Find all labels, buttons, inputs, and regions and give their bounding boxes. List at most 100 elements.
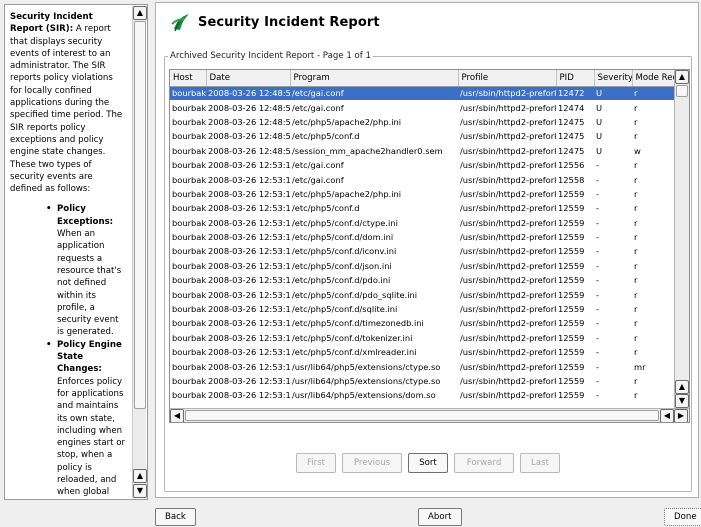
cell-pid: 12559 [558, 332, 585, 343]
scroll-up-arrow-icon[interactable]: ▲ [675, 70, 689, 84]
table-row[interactable]: bourbaki 2008-03-26 12:53:12/etc/php5/con… [170, 316, 687, 330]
help-vertical-scrollbar[interactable]: ▲ ▲ ▼ [132, 6, 147, 498]
help-item-text: When an application requests a resource … [57, 229, 122, 338]
bullet-icon: • [46, 204, 52, 215]
cell-host: bourbaki [172, 203, 206, 214]
cell-program: /etc/php5/conf.d/ctype.ini [292, 217, 398, 228]
cell-profile: /usr/sbin/httpd2-prefork [460, 390, 556, 401]
cell-severity: - [596, 275, 599, 286]
table-horizontal-scrollbar[interactable]: ◀ ◀ ▶ [170, 408, 689, 422]
cell-profile: /usr/sbin/httpd2-prefork [460, 160, 556, 171]
cell-pid: 12556 [558, 160, 585, 171]
table-row[interactable]: bourbaki 2008-03-26 12:53:12/etc/gai.conf… [170, 158, 687, 172]
cell-program: /usr/lib64/php5/extensions/ctype.so [292, 361, 441, 372]
help-item-text: Enforces policy for applications and mai… [57, 376, 126, 498]
cell-profile: /usr/sbin/httpd2-prefork [460, 246, 556, 257]
scroll-left-arrow-icon[interactable]: ◀ [660, 409, 674, 422]
cell-date: 2008-03-26 12:48:57 [208, 102, 290, 113]
table-row[interactable]: bourbaki 2008-03-26 12:53:12/etc/php5/apa… [170, 187, 687, 201]
cell-date: 2008-03-26 12:53:12 [208, 203, 290, 214]
column-header-date[interactable]: Date [206, 70, 291, 87]
cell-program: /etc/php5/conf.d/tokenizer.ini [292, 332, 413, 343]
table-row[interactable]: bourbaki 2008-03-26 12:53:12/etc/php5/con… [170, 302, 687, 316]
table-hscroll-thumb[interactable] [185, 410, 659, 421]
cell-profile: /usr/sbin/httpd2-prefork [460, 376, 556, 386]
scroll-right-arrow-icon[interactable]: ▶ [674, 409, 688, 422]
cell-severity: - [596, 376, 599, 386]
first-button[interactable]: First [296, 453, 336, 473]
table-row[interactable]: bourbaki 2008-03-26 12:53:12/etc/php5/con… [170, 331, 687, 345]
column-header-profile[interactable]: Profile [458, 70, 557, 87]
cell-date: 2008-03-26 12:48:57 [208, 145, 290, 156]
scroll-up-arrow-icon[interactable]: ▲ [133, 6, 147, 20]
cell-profile: /usr/sbin/httpd2-prefork [460, 275, 556, 286]
scroll-down-arrow-icon[interactable]: ▼ [133, 484, 147, 498]
table-row[interactable]: bourbaki 2008-03-26 12:53:12/etc/php5/con… [170, 216, 687, 230]
table-row[interactable]: bourbaki 2008-03-26 12:53:12/etc/gai.conf… [170, 172, 687, 186]
cell-program: /etc/gai.conf [290, 86, 458, 101]
table-row[interactable]: bourbaki 2008-03-26 12:53:12/etc/php5/con… [170, 273, 687, 287]
cell-program: /etc/php5/apache2/php.ini [292, 188, 402, 199]
table-row[interactable]: bourbaki 2008-03-26 12:53:12/etc/php5/con… [170, 287, 687, 301]
cell-host: bourbaki [172, 160, 206, 171]
table-scroll-thumb[interactable] [676, 85, 688, 97]
cell-pid: 12559 [558, 188, 585, 199]
cell-pid: 12559 [558, 232, 585, 243]
back-button[interactable]: Back [155, 508, 196, 526]
cell-pid: 12559 [558, 217, 585, 228]
table-row[interactable]: bourbaki 2008-03-26 12:53:12/etc/php5/con… [170, 230, 687, 244]
table-row[interactable]: bourbaki 2008-03-26 12:53:12/etc/php5/con… [170, 244, 687, 258]
column-header-severity[interactable]: Severity [594, 70, 633, 87]
table-row[interactable]: bourbaki 2008-03-26 12:53:12/usr/lib64/ph… [170, 374, 687, 388]
table-row[interactable]: bourbaki 2008-03-26 12:53:12/usr/lib64/ph… [170, 388, 687, 402]
cell-date: 2008-03-26 12:53:12 [208, 361, 290, 372]
column-header-program[interactable]: Program [290, 70, 459, 87]
cell-profile: /usr/sbin/httpd2-prefork [460, 347, 556, 358]
scroll-down-arrow-icon[interactable]: ▼ [675, 394, 689, 408]
cell-pid: 12559 [558, 246, 585, 257]
cell-date: 2008-03-26 12:53:12 [208, 232, 290, 243]
cell-pid: 12559 [558, 275, 585, 286]
table-row[interactable]: bourbaki 2008-03-26 12:48:57/etc/gai.conf… [170, 100, 687, 114]
cell-program: /etc/php5/conf.d/xmlreader.ini [292, 347, 417, 358]
help-scroll-thumb[interactable] [134, 21, 146, 409]
cell-severity: U [596, 116, 603, 127]
cell-host: bourbaki [172, 318, 206, 329]
cell-profile: /usr/sbin/httpd2-prefork [460, 361, 556, 372]
table-row[interactable]: bourbaki 2008-03-26 12:48:57/etc/php5/con… [170, 129, 687, 143]
last-button[interactable]: Last [520, 453, 560, 473]
table-row[interactable]: bourbaki 2008-03-26 12:53:12/etc/php5/con… [170, 259, 687, 273]
abort-button[interactable]: Abort [418, 508, 462, 526]
sort-button[interactable]: Sort [408, 453, 448, 473]
table-row[interactable]: bourbaki 2008-03-26 12:53:12/etc/php5/con… [170, 201, 687, 215]
scroll-up-arrow-icon[interactable]: ▲ [675, 380, 689, 394]
previous-button[interactable]: Previous [342, 453, 402, 473]
table-row[interactable]: bourbaki 2008-03-26 12:48:57/session_mm_a… [170, 144, 687, 158]
forward-button[interactable]: Forward [454, 453, 514, 473]
table-vertical-scrollbar[interactable]: ▲ ▲ ▼ [674, 70, 689, 409]
cell-host: bourbaki [172, 275, 206, 286]
column-header-pid[interactable]: PID [556, 70, 595, 87]
table-row[interactable]: bourbaki 2008-03-26 12:53:12/etc/php5/con… [170, 345, 687, 359]
cell-profile: /usr/sbin/httpd2-prefork [460, 116, 556, 127]
cell-profile: /usr/sbin/httpd2-prefork [460, 318, 556, 329]
report-group: Archived Security Incident Report - Page… [164, 51, 692, 492]
cell-program: /etc/gai.conf [292, 160, 344, 171]
table-row[interactable]: bourbaki 2008-03-26 12:48:57/etc/php5/apa… [170, 115, 687, 129]
done-button[interactable]: Done [664, 508, 701, 526]
scroll-left-arrow-icon[interactable]: ◀ [170, 409, 184, 422]
bullet-icon: • [46, 339, 52, 350]
column-header-host[interactable]: Host [170, 70, 207, 87]
cell-host: bourbaki [170, 86, 206, 101]
cell-program: /etc/php5/conf.d/iconv.ini [292, 246, 397, 257]
cell-date: 2008-03-26 12:48:57 [206, 86, 290, 101]
cell-host: bourbaki [172, 260, 206, 271]
cell-host: bourbaki [172, 332, 206, 343]
table-row[interactable]: bourbaki 2008-03-26 12:53:12/usr/lib64/ph… [170, 359, 687, 373]
cell-profile: /usr/sbin/httpd2-prefork [460, 332, 556, 343]
scroll-up-arrow-icon[interactable]: ▲ [133, 469, 147, 483]
table-row[interactable]: bourbaki 2008-03-26 12:48:57/etc/gai.conf… [170, 86, 687, 101]
cell-date: 2008-03-26 12:53:12 [208, 246, 290, 257]
help-intro: A report that displays security events o… [10, 24, 123, 195]
cell-profile: /usr/sbin/httpd2-prefork [460, 217, 556, 228]
